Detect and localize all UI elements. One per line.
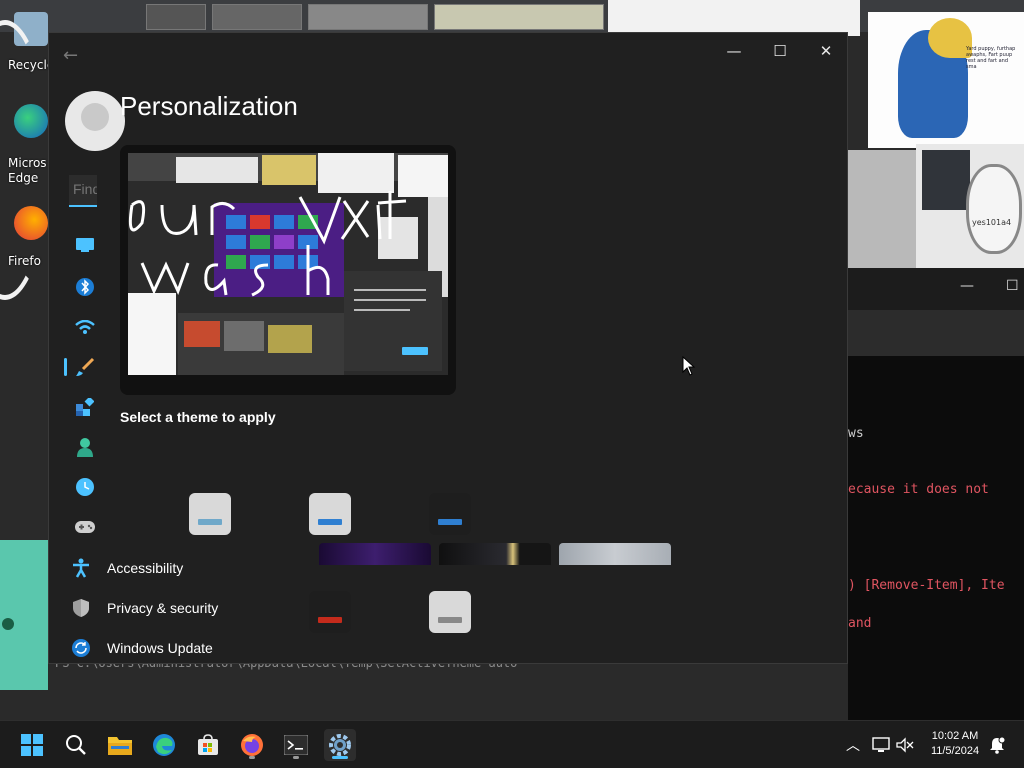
background-mini-screenshots: yes101a4 [916, 144, 1024, 268]
folder-icon [108, 737, 132, 755]
edge-icon [153, 734, 175, 756]
store-icon [198, 734, 218, 755]
theme-card-glow[interactable] [319, 543, 431, 565]
bluetooth-icon[interactable] [73, 275, 97, 299]
file-explorer-button[interactable] [104, 729, 136, 761]
background-thumbnail [434, 4, 604, 30]
mini-cartoon [966, 164, 1022, 254]
mini-screenshot [922, 150, 970, 210]
settings-window[interactable]: ← — ☐ ✕ Accessibility Privacy & [48, 32, 848, 664]
windows-logo-icon [21, 734, 43, 756]
display-icon[interactable] [872, 737, 890, 753]
mini-label: yes101a4 [972, 218, 1012, 227]
theme-preview [120, 145, 456, 395]
sidebar-item-label: Windows Update [107, 640, 213, 656]
start-button[interactable] [16, 729, 48, 761]
wifi-icon[interactable] [73, 315, 97, 339]
mouse-cursor [682, 356, 696, 376]
background-thumbnail [308, 4, 428, 30]
notification-area [988, 721, 1006, 768]
taskbar: ︿ 10:02 AM 11/5/2024 [0, 720, 1024, 768]
shield-icon [69, 596, 93, 620]
search-box[interactable] [69, 175, 97, 207]
active-nav-indicator [64, 358, 67, 376]
theme-card[interactable] [309, 591, 351, 633]
active-indicator [332, 756, 348, 759]
accessibility-icon [69, 556, 93, 580]
speaker-muted-icon[interactable] [896, 737, 914, 753]
minimize-button[interactable]: — [711, 37, 757, 65]
store-button[interactable] [192, 729, 224, 761]
page-title: Personalization [120, 91, 298, 121]
theme-preview-image [128, 153, 448, 375]
background-panel [848, 150, 918, 268]
sidebar-item-label: Privacy & security [107, 600, 219, 616]
terminal-icon [284, 735, 308, 755]
terminal-maximize-button[interactable]: ☐ [1006, 278, 1019, 294]
sidebar-item-windows-update[interactable]: Windows Update [69, 630, 213, 663]
apps-icon[interactable] [73, 395, 97, 419]
background-drawing [608, 0, 860, 36]
theme-card[interactable] [309, 493, 351, 535]
sidebar-item-privacy[interactable]: Privacy & security [69, 590, 218, 626]
running-indicator [249, 756, 255, 759]
terminal-line: and [848, 616, 872, 631]
firefox-button[interactable] [236, 729, 268, 761]
terminal-minimize-button[interactable]: — [960, 278, 974, 294]
close-button[interactable]: ✕ [803, 37, 847, 65]
clock[interactable]: 10:02 AM 11/5/2024 [918, 729, 992, 759]
theme-accent-swatch [438, 617, 462, 623]
settings-button[interactable] [324, 729, 356, 761]
search-button[interactable] [60, 729, 92, 761]
terminal-line: ecause it does not [848, 482, 989, 497]
section-heading: Select a theme to apply [120, 409, 276, 425]
terminal-tab-strip [848, 310, 1024, 356]
gaming-icon[interactable] [73, 515, 97, 539]
brush-icon[interactable] [73, 355, 97, 379]
handwriting-scribble [128, 191, 407, 297]
system-icon[interactable] [73, 233, 97, 257]
clock-time: 10:02 AM [931, 730, 979, 742]
update-icon [69, 636, 93, 660]
theme-accent-swatch [438, 519, 462, 525]
cartoon-caption: Yard puppy, furthap awaphs, Fart puup re… [966, 46, 1016, 70]
background-cartoon-panel: Yard puppy, furthap awaphs, Fart puup re… [868, 12, 1024, 148]
theme-card[interactable] [189, 493, 231, 535]
background-thumbnail [212, 4, 302, 30]
theme-card[interactable] [429, 591, 471, 633]
background-thumbnail [146, 4, 206, 30]
terminal-window[interactable]: — ☐ ws ecause it does not ) [Remove-Item… [848, 268, 1024, 720]
search-input[interactable] [69, 175, 97, 203]
terminal-line: ) [Remove-Item], Ite [848, 578, 1005, 593]
terminal-button[interactable] [280, 729, 312, 761]
firefox-icon [241, 734, 263, 756]
system-tray: ︿ [842, 721, 914, 768]
clock-date: 11/5/2024 [930, 745, 980, 757]
back-arrow-icon[interactable]: ← [63, 45, 83, 66]
theme-card-flow[interactable] [559, 543, 671, 565]
gear-icon [329, 734, 351, 756]
user-avatar[interactable] [65, 91, 125, 151]
time-language-icon[interactable] [73, 475, 97, 499]
terminal-line: ws [848, 426, 864, 441]
accounts-icon[interactable] [73, 435, 97, 459]
cartoon-eye [2, 618, 14, 630]
terminal-titlebar[interactable]: — ☐ [848, 268, 1024, 310]
maximize-button[interactable]: ☐ [757, 37, 803, 65]
sidebar-item-accessibility[interactable]: Accessibility [69, 550, 183, 586]
theme-accent-swatch [198, 519, 222, 525]
sidebar-item-label: Accessibility [107, 560, 184, 576]
theme-card[interactable] [429, 493, 471, 535]
notification-bell-icon[interactable] [988, 736, 1006, 754]
theme-card-captured-motion[interactable] [439, 543, 551, 565]
chevron-up-icon[interactable]: ︿ [842, 735, 864, 755]
theme-accent-swatch [318, 519, 342, 525]
background-cartoon [0, 540, 48, 690]
search-icon [66, 735, 86, 755]
theme-accent-swatch [318, 617, 342, 623]
edge-button[interactable] [148, 729, 180, 761]
running-indicator [293, 756, 299, 759]
